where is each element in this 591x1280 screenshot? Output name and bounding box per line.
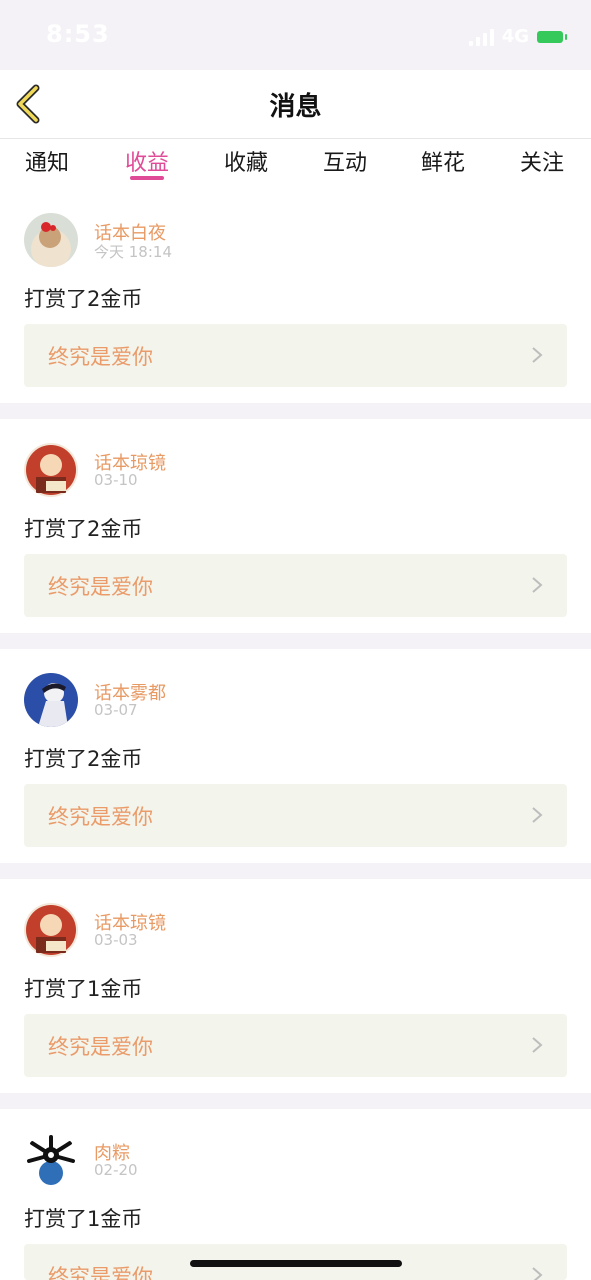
message-date: 03-03	[94, 931, 138, 949]
tab-favorites[interactable]: 收藏	[216, 145, 276, 177]
message-text: 打赏了2金币	[24, 747, 143, 771]
message-text: 打赏了2金币	[24, 517, 143, 541]
tab-follows[interactable]: 关注	[512, 145, 572, 177]
avatar[interactable]	[24, 673, 78, 727]
message-card: 话本琼镜 03-03 打赏了1金币 终究是爱你	[0, 879, 591, 1093]
signal-icon	[468, 28, 494, 46]
tab-earnings[interactable]: 收益	[117, 145, 177, 177]
message-date: 03-07	[94, 701, 138, 719]
chevron-right-icon	[532, 1267, 543, 1280]
message-text: 打赏了1金币	[24, 977, 143, 1001]
active-tab-indicator	[130, 176, 164, 180]
home-indicator[interactable]	[190, 1260, 402, 1267]
message-card: 话本雾都 03-07 打赏了2金币 终究是爱你	[0, 649, 591, 863]
message-date: 02-20	[94, 1161, 138, 1179]
work-title: 终究是爱你	[48, 575, 153, 599]
network-type: 4G	[501, 26, 529, 47]
work-link[interactable]: 终究是爱你	[24, 554, 567, 617]
status-time: 8:53	[46, 20, 110, 48]
tab-flowers[interactable]: 鲜花	[413, 145, 473, 177]
tab-bar: 通知 收益 收藏 互动 鲜花 关注	[0, 139, 591, 189]
message-card: 话本白夜 今天 18:14 打赏了2金币 终究是爱你	[0, 189, 591, 403]
work-link[interactable]: 终究是爱你	[24, 324, 567, 387]
message-text: 打赏了2金币	[24, 287, 143, 311]
battery-icon	[537, 30, 567, 43]
work-link[interactable]: 终究是爱你	[24, 784, 567, 847]
avatar[interactable]	[24, 1133, 78, 1187]
chevron-right-icon	[532, 1037, 543, 1053]
status-indicators: 4G	[468, 26, 567, 47]
message-card: 肉粽 02-20 打赏了1金币 终究是爱你	[0, 1109, 591, 1280]
message-date: 03-10	[94, 471, 138, 489]
work-title: 终究是爱你	[48, 1265, 153, 1280]
message-card: 话本琼镜 03-10 打赏了2金币 终究是爱你	[0, 419, 591, 633]
work-link[interactable]: 终究是爱你	[24, 1014, 567, 1077]
status-bar: 8:53 4G	[0, 0, 591, 70]
work-title: 终究是爱你	[48, 345, 153, 369]
tab-interactions[interactable]: 互动	[315, 145, 375, 177]
message-date: 今天 18:14	[94, 243, 172, 261]
avatar[interactable]	[24, 443, 78, 497]
tab-notifications[interactable]: 通知	[17, 145, 77, 177]
message-text: 打赏了1金币	[24, 1207, 143, 1231]
avatar[interactable]	[24, 903, 78, 957]
page-title: 消息	[269, 92, 322, 122]
chevron-right-icon	[532, 807, 543, 823]
work-title: 终究是爱你	[48, 805, 153, 829]
chevron-right-icon	[532, 347, 543, 363]
navigation-bar: 消息	[0, 70, 591, 139]
chevron-right-icon	[532, 577, 543, 593]
avatar[interactable]	[24, 213, 78, 267]
work-title: 终究是爱你	[48, 1035, 153, 1059]
